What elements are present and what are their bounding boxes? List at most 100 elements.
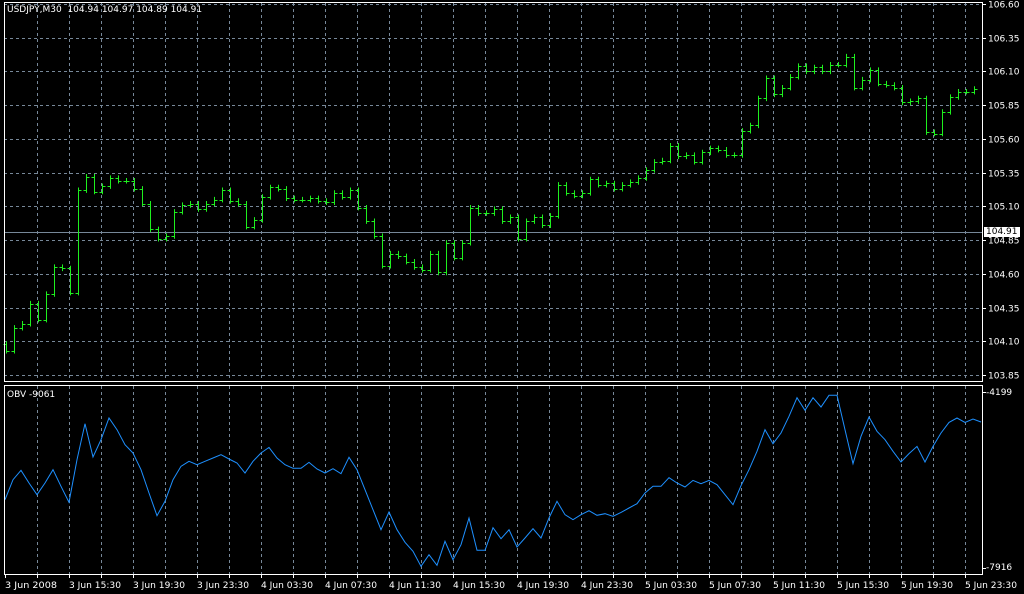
price-bar [75,187,82,296]
price-bar [715,145,722,153]
price-bar [515,214,522,242]
price-tick-label: 103.85 [988,372,1020,382]
high-value: 104.97 [101,5,134,15]
price-bar [699,149,706,165]
price-bar [787,74,794,91]
price-bar [667,142,674,164]
price-bar [739,128,746,158]
price-bar [339,190,346,200]
price-bar [331,190,338,206]
price-bar [451,240,458,261]
price-axis: 106.60 106.35 106.10 105.85 105.60 105.35 105.… [982,1,1020,382]
price-bar [587,176,594,196]
price-bar [139,186,146,207]
time-tick-label: 3 Jun 15:30 [69,581,121,591]
price-tick-label: 106.35 [988,35,1020,45]
price-bar [411,258,418,270]
price-bar [59,264,66,272]
price-bar [523,218,530,242]
price-bar [531,214,538,224]
time-tick-label: 4 Jun 23:30 [581,581,633,591]
price-bar [27,300,34,327]
price-tick-label: 104.35 [988,305,1020,315]
open-value: 104.94 [67,5,99,15]
price-bar [483,210,490,216]
low-value: 104.89 [136,5,168,15]
time-tick-label: 3 Jun 19:30 [133,581,185,591]
price-bar [19,321,26,331]
price-bar [883,80,890,88]
time-tick-label: 4 Jun 07:30 [325,581,377,591]
price-bar [683,152,690,160]
price-bar [179,202,186,215]
price-tick-label: 105.60 [988,136,1020,146]
price-bar [915,95,922,104]
price-tick-label: 106.10 [988,68,1020,78]
price-tick-label: 105.85 [988,102,1020,112]
price-bar [379,233,386,269]
obv-scale-max: -4199 [986,388,1013,398]
price-bar [675,142,682,160]
obv-title: OBV -9061 [7,390,56,400]
price-bar [283,186,290,201]
price-bar [859,76,866,91]
price-bar [403,253,410,265]
price-bar [603,180,610,188]
obv-line [4,394,982,568]
price-bar [827,62,834,75]
price-bar [459,240,466,261]
price-bar [227,187,234,204]
price-bar [771,75,778,98]
price-bar [131,178,138,192]
time-tick-label: 4 Jun 11:30 [389,581,441,591]
price-bar [115,175,122,184]
time-tick-label: 5 Jun 15:30 [837,581,889,591]
close-value: 104.91 [170,5,203,15]
chart-title: USDJPY,M30 104.94 104.97 104.89 104.91 [7,5,202,15]
price-bar [955,88,962,100]
price-bar [899,84,906,106]
price-bar [723,147,730,158]
price-bar [891,82,898,91]
price-bar [539,214,546,228]
price-bar [691,152,698,165]
price-tick-label: 105.35 [988,170,1020,180]
time-tick-label: 5 Jun 23:30 [965,581,1017,591]
price-bar [147,200,154,233]
time-tick-label: 5 Jun 11:30 [773,581,825,591]
price-bar [323,198,330,206]
price-bar [171,209,178,239]
time-axis: 3 Jun 2008 3 Jun 15:30 3 Jun 19:30 3 Jun 23… [5,575,1017,591]
time-tick-label: 3 Jun 23:30 [197,581,249,591]
price-bar [851,53,858,91]
price-bar [443,240,450,276]
price-bar [651,159,658,173]
price-bar [99,183,106,195]
price-bar [267,184,274,200]
price-bar [467,205,474,246]
price-bar [971,86,978,95]
price-tick-label: 104.85 [988,237,1020,247]
price-bar [395,250,402,259]
price-bar [803,63,810,75]
symbol-label: USDJPY,M30 [7,5,62,15]
price-bar [571,190,578,199]
price-bar [835,62,842,68]
grid [4,3,982,574]
price-bar [83,173,90,193]
time-tick-label: 4 Jun 03:30 [261,581,313,591]
price-bar [427,250,434,273]
price-pane-frame [4,2,983,382]
price-bar [731,152,738,158]
chart-canvas[interactable]: 106.60 106.35 106.10 105.85 105.60 105.35 105.… [0,0,1024,594]
price-bar [35,300,42,323]
time-tick-label: 5 Jun 19:30 [901,581,953,591]
price-bar [755,95,762,129]
price-bar [635,175,642,185]
price-bar [211,196,218,207]
price-bar [499,206,506,224]
price-bar [107,175,114,189]
price-bar [611,180,618,192]
time-tick-label: 4 Jun 19:30 [517,581,569,591]
price-bar [371,218,378,239]
